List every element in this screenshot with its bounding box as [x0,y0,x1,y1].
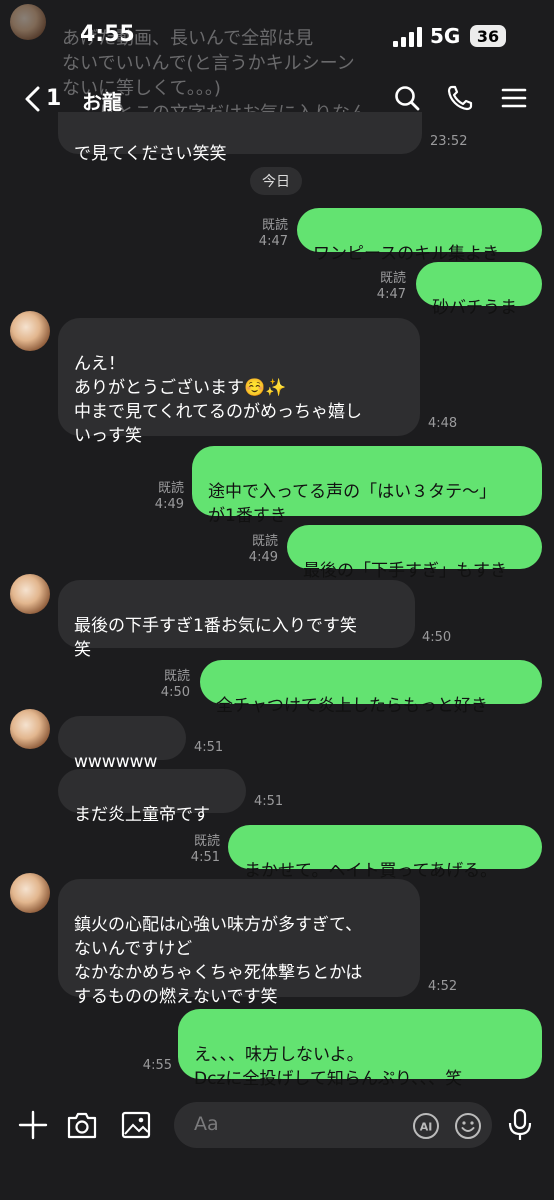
message-text: まかせて。ヘイト買ってあげる。 [244,861,498,881]
message-text: え、、、味方しないよ。 Dczに全投げして知らんぷり、、、笑 [194,1045,463,1089]
search-icon[interactable] [393,84,421,112]
emoji-icon[interactable] [454,1112,482,1140]
read-receipt: 既読 [251,534,278,549]
ai-icon[interactable]: AI [412,1112,440,1140]
ai-icon-label: AI [420,1121,433,1134]
message-meta: 既読 4:49 [240,534,278,566]
message-time: 4:52 [428,979,458,994]
message-bubble-outgoing[interactable]: まかせて。ヘイト買ってあげる。 [228,825,542,881]
battery-indicator: 36 [470,25,506,47]
message-time: 4:47 [258,234,288,249]
message-input[interactable] [174,1102,492,1148]
message-bubble-incoming[interactable]: んえ！ ありがとうございます☺️✨ 中まで見てくれてるのがめっちゃ嬉し いっす笑 [58,318,420,446]
message-text: まだ炎上童帝です [74,805,210,825]
message-meta: 既読 4:51 [182,834,220,866]
message-text: 鎮火の心配は心強い味方が多すぎて、 ないんですけど なかなかめちゃくちゃ死体撃ち… [74,915,363,1007]
message-time: 4:51 [254,794,284,809]
message-bubble-outgoing[interactable]: 全チャつけて炎上したらもっと好き [200,660,542,716]
message-bubble-outgoing[interactable]: 砂バチうま [416,262,542,318]
avatar[interactable] [10,574,50,614]
message-meta: 4:55 [134,1058,172,1074]
message-text: で見てください笑笑 [74,144,227,164]
message-time: 4:48 [428,416,458,431]
message-bubble-incoming[interactable]: で見てください笑笑 [58,112,422,164]
avatar[interactable] [10,311,50,351]
message-bubble-outgoing[interactable]: 途中で入ってる声の「はい３タテ〜」 が1番すき [192,446,542,526]
message-text: んえ！ ありがとうございます☺️✨ 中まで見てくれてるのがめっちゃ嬉し いっす笑 [74,354,362,446]
message-bubble-outgoing[interactable]: ワンピースのキル集よき [297,208,542,264]
unread-count[interactable]: 1 [46,86,61,111]
avatar[interactable] [10,709,50,749]
message-time: 4:50 [160,685,190,700]
image-icon[interactable] [120,1110,152,1140]
chat-title: お龍 [82,90,122,114]
message-time: 4:51 [194,740,224,755]
message-bubble-incoming[interactable]: 最後の下手すぎ1番お気に入りです笑 笑 [58,580,415,660]
message-text: 全チャつけて炎上したらもっと好き [216,696,488,716]
message-text: 砂バチうま [432,298,517,318]
message-time: 4:55 [142,1058,172,1073]
date-separator: 今日 [250,167,302,195]
previous-message-faded-line: ないでいいんで(と言うかキルシーン [62,53,355,74]
read-receipt: 既読 [193,834,220,849]
message-time: 4:51 [190,850,220,865]
signal-icon [393,27,422,47]
message-meta: 既読 4:47 [250,218,288,250]
camera-icon[interactable] [66,1110,98,1140]
message-text: ワンピースのキル集よき [313,244,500,264]
read-receipt: 既読 [261,218,288,233]
message-bubble-incoming[interactable]: wwwwww [58,716,186,772]
message-text: 最後の下手すぎ1番お気に入りです笑 笑 [74,616,357,660]
message-bubble-incoming[interactable]: まだ炎上童帝です [58,769,246,825]
microphone-icon[interactable] [507,1108,533,1142]
message-meta: 既読 4:47 [368,271,406,303]
phone-icon[interactable] [446,84,474,112]
avatar [10,4,46,40]
message-text: 途中で入ってる声の「はい３タテ〜」 が1番すき [208,482,497,526]
message-bubble-outgoing[interactable]: え、、、味方しないよ。 Dczに全投げして知らんぷり、、、笑 [178,1009,542,1089]
menu-icon[interactable] [500,84,528,112]
message-time: 4:49 [154,497,184,512]
network-type: 5G [430,24,461,48]
message-meta: 既読 4:49 [146,481,184,513]
read-receipt: 既読 [157,481,184,496]
message-meta: 既読 4:50 [152,669,190,701]
message-time: 4:47 [376,287,406,302]
message-bubble-incoming[interactable]: 鎮火の心配は心強い味方が多すぎて、 ないんですけど なかなかめちゃくちゃ死体撃ち… [58,879,420,1007]
read-receipt: 既読 [379,271,406,286]
message-bubble-outgoing[interactable]: 最後の「下手すぎ」もすき [287,525,542,581]
message-time: 23:52 [430,134,468,149]
plus-icon[interactable] [18,1110,48,1140]
status-time: 4:55 [80,22,135,47]
message-time: 4:49 [248,550,278,565]
message-time: 4:50 [422,630,452,645]
message-text: 最後の「下手すぎ」もすき [303,561,507,581]
avatar[interactable] [10,873,50,913]
read-receipt: 既読 [163,669,190,684]
message-input-placeholder: Aa [194,1113,219,1135]
